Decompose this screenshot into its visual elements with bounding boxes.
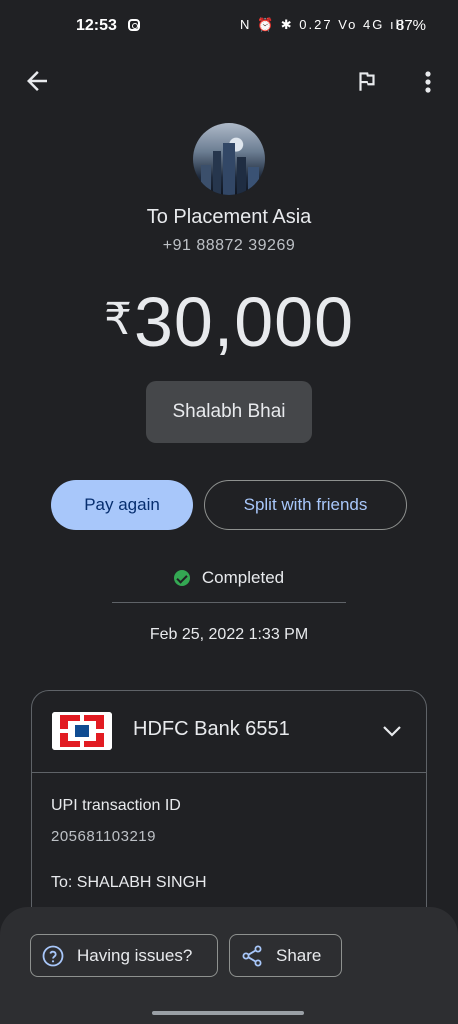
share-button[interactable]: Share <box>229 934 342 977</box>
currency-symbol: ₹ <box>103 295 132 344</box>
check-circle-icon <box>173 570 190 586</box>
payee-phone: +91 88872 39269 <box>162 237 296 254</box>
recipient-name: To: SHALABH SINGH <box>51 874 207 891</box>
pay-again-button[interactable]: Pay again <box>51 480 193 530</box>
upi-transaction-label: UPI transaction ID <box>51 797 181 814</box>
transaction-datetime: Feb 25, 2022 1:33 PM <box>149 626 309 643</box>
battery-level: 87% <box>396 17 427 34</box>
payee-name: To Placement Asia <box>146 206 312 228</box>
system-indicators: N ⏰ ✱ 0.27 Vo 4G ıll <box>240 17 406 32</box>
payment-note: Shalabh Bhai <box>146 381 312 443</box>
share-label: Share <box>276 945 322 965</box>
instagram-icon <box>128 19 140 31</box>
share-icon <box>242 945 262 966</box>
back-arrow-icon[interactable] <box>22 66 52 96</box>
status-label: Completed <box>201 568 285 587</box>
split-with-friends-button[interactable]: Split with friends <box>204 480 407 530</box>
payment-amount: ₹30,000 <box>0 282 458 362</box>
more-options-icon[interactable] <box>418 68 438 96</box>
having-issues-label: Having issues? <box>77 945 193 965</box>
chevron-down-icon[interactable] <box>380 719 404 743</box>
amount-value: 30,000 <box>133 283 355 361</box>
help-circle-icon <box>42 945 64 966</box>
gesture-navigation-bar[interactable] <box>152 1011 304 1015</box>
upi-transaction-id: 205681103219 <box>51 828 156 845</box>
transaction-status: Completed <box>0 568 458 588</box>
payee-avatar <box>193 123 265 195</box>
status-bar: 12:53 N ⏰ ✱ 0.27 Vo 4G ıll 87% <box>0 0 458 52</box>
having-issues-button[interactable]: Having issues? <box>30 934 218 977</box>
divider <box>112 602 346 603</box>
status-time: 12:53 <box>76 17 117 34</box>
hdfc-bank-logo-icon <box>52 712 112 750</box>
card-divider <box>32 772 426 773</box>
bank-account-name: HDFC Bank 6551 <box>133 718 290 740</box>
flag-icon[interactable] <box>354 68 380 94</box>
